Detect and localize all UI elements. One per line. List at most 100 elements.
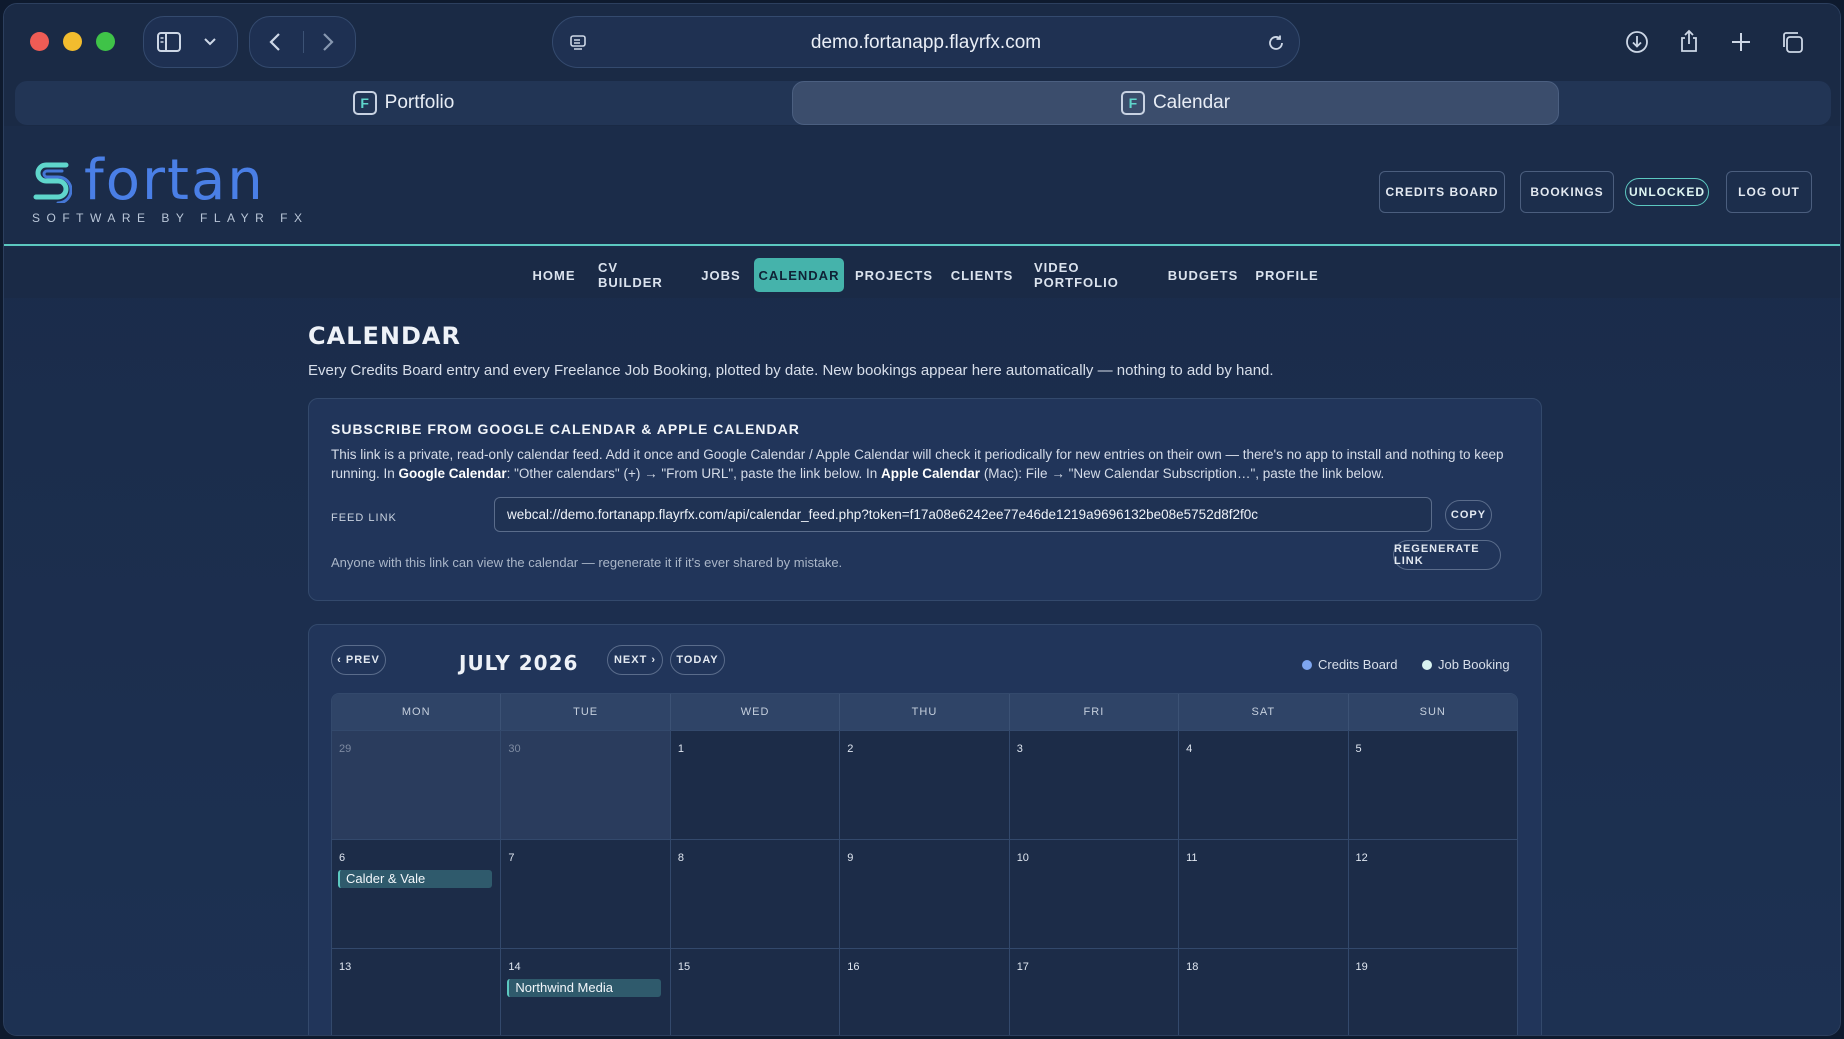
day-number: 19	[1355, 961, 1368, 973]
main-nav: HOME CV BUILDER JOBS CALENDAR PROJECTS C…	[4, 248, 1840, 298]
legend-label: Job Booking	[1438, 657, 1510, 672]
desc-text: (Mac): File → "New Calendar Subscription…	[980, 466, 1385, 481]
calendar-event[interactable]: Northwind Media	[507, 979, 662, 997]
calendar-day[interactable]: 19	[1348, 948, 1517, 1035]
back-arrow-icon[interactable]	[262, 30, 288, 54]
calendar-event[interactable]: Calder & Vale	[338, 870, 492, 888]
calendar-day[interactable]: 5	[1348, 730, 1517, 839]
main-content: CALENDAR Every Credits Board entry and e…	[308, 322, 1544, 1035]
day-number: 30	[508, 743, 521, 755]
calendar-day[interactable]: 16	[840, 948, 1010, 1035]
calendar-day[interactable]: 1	[670, 730, 841, 839]
divider	[303, 31, 304, 53]
calendar-day[interactable]: 3	[1009, 730, 1180, 839]
nav-calendar[interactable]: CALENDAR	[754, 258, 844, 292]
calendar-day[interactable]: 10	[1009, 839, 1180, 948]
desc-apple: Apple Calendar	[881, 466, 981, 481]
tab-label: Calendar	[1152, 92, 1231, 113]
nav-home[interactable]: HOME	[529, 258, 579, 292]
download-icon[interactable]	[1624, 29, 1650, 55]
day-number: 14	[508, 961, 521, 973]
calendar-week: 6 Calder & Vale 7 8 9 10 11 12	[332, 839, 1517, 948]
weekday-wed: WED	[671, 694, 841, 730]
tab-label: Portfolio	[384, 92, 455, 113]
calendar-week: 13 14 Northwind Media 15 16 17 18 19	[332, 948, 1517, 1035]
fortan-favicon-icon: F	[1120, 91, 1145, 115]
nav-cv-builder[interactable]: CV BUILDER	[598, 258, 680, 292]
subscribe-card: SUBSCRIBE FROM GOOGLE CALENDAR & APPLE C…	[308, 398, 1542, 601]
calendar-day[interactable]: 8	[670, 839, 841, 948]
tab-overview-icon[interactable]	[1779, 29, 1805, 55]
calendar-day[interactable]: 18	[1179, 948, 1349, 1035]
address-bar[interactable]: demo.fortanapp.flayrfx.com	[552, 16, 1300, 68]
day-number: 3	[1016, 743, 1023, 755]
site-header: fortan SOFTWARE BY FLAYR FX CREDITS BOAR…	[4, 126, 1840, 246]
calendar-day[interactable]: 2	[840, 730, 1010, 839]
calendar-day[interactable]: 14 Northwind Media	[501, 948, 671, 1035]
logo-tagline: SOFTWARE BY FLAYR FX	[32, 211, 309, 225]
day-number: 15	[677, 961, 691, 973]
day-number: 8	[677, 852, 684, 864]
next-month-button[interactable]: NEXT ›	[607, 645, 663, 675]
chevron-down-icon[interactable]	[198, 31, 222, 53]
logout-button[interactable]: LOG OUT	[1726, 171, 1812, 213]
day-number: 9	[847, 852, 854, 864]
nav-projects[interactable]: PROJECTS	[855, 258, 932, 292]
feed-warning: Anyone with this link can view the calen…	[331, 555, 843, 570]
bookings-button[interactable]: BOOKINGS	[1520, 171, 1614, 213]
day-number: 10	[1016, 852, 1029, 864]
nav-budgets[interactable]: BUDGETS	[1168, 258, 1238, 292]
page-subtitle: Every Credits Board entry and every Free…	[308, 362, 1274, 379]
subscribe-description: This link is a private, read-only calend…	[331, 445, 1526, 483]
nav-profile[interactable]: PROFILE	[1255, 258, 1318, 292]
share-icon[interactable]	[1676, 28, 1702, 54]
legend-label: Credits Board	[1318, 657, 1398, 672]
reload-icon[interactable]	[1265, 32, 1287, 54]
day-number: 2	[847, 743, 854, 755]
browser-titlebar: demo.fortanapp.flayrfx.com F Portfolio F…	[4, 4, 1840, 126]
day-number: 4	[1186, 743, 1193, 755]
new-tab-icon[interactable]	[1728, 29, 1754, 55]
calendar-day[interactable]: 15	[670, 948, 841, 1035]
weekday-tue: TUE	[501, 694, 671, 730]
nav-video-portfolio[interactable]: VIDEO PORTFOLIO	[1034, 258, 1152, 292]
calendar-grid: MON TUE WED THU FRI SAT SUN 29 30 1 2 3	[331, 693, 1518, 1035]
sidebar-icon[interactable]	[156, 30, 182, 54]
forward-arrow-icon[interactable]	[315, 30, 341, 54]
calendar-day[interactable]: 29	[332, 730, 502, 839]
browser-window: demo.fortanapp.flayrfx.com F Portfolio F…	[3, 3, 1841, 1036]
regenerate-link-button[interactable]: REGENERATE LINK	[1393, 540, 1501, 570]
legend-dot	[1422, 659, 1432, 670]
day-number: 1	[677, 743, 684, 755]
tab-portfolio[interactable]: F Portfolio	[15, 81, 792, 125]
feed-link-input[interactable]: webcal://demo.fortanapp.flayrfx.com/api/…	[494, 497, 1432, 532]
calendar-day[interactable]: 6 Calder & Vale	[332, 839, 502, 948]
calendar-day[interactable]: 17	[1009, 948, 1180, 1035]
today-button[interactable]: TODAY	[670, 645, 725, 675]
minimize-window-button[interactable]	[63, 32, 82, 51]
day-number: 7	[508, 852, 515, 864]
calendar-day[interactable]: 12	[1348, 839, 1517, 948]
fortan-logo[interactable]: fortan SOFTWARE BY FLAYR FX	[32, 153, 309, 226]
credits-board-button[interactable]: CREDITS BOARD	[1379, 171, 1505, 213]
close-window-button[interactable]	[30, 32, 49, 51]
fortan-favicon-icon: F	[352, 91, 377, 115]
weekday-thu: THU	[840, 694, 1010, 730]
copy-button[interactable]: COPY	[1445, 500, 1492, 530]
weekday-sat: SAT	[1179, 694, 1349, 730]
nav-clients[interactable]: CLIENTS	[949, 258, 1015, 292]
unlocked-badge[interactable]: UNLOCKED	[1625, 178, 1709, 206]
weekday-sun: SUN	[1419, 706, 1446, 718]
history-nav-group	[249, 16, 356, 68]
calendar-day[interactable]: 13	[332, 948, 502, 1035]
calendar-day[interactable]: 7	[501, 839, 671, 948]
weekday-header: MON TUE WED THU FRI SAT SUN	[332, 694, 1517, 730]
prev-month-button[interactable]: ‹ PREV	[331, 645, 386, 675]
calendar-day[interactable]: 11	[1179, 839, 1349, 948]
calendar-day[interactable]: 30	[501, 730, 671, 839]
nav-jobs[interactable]: JOBS	[699, 258, 743, 292]
tab-calendar[interactable]: F Calendar	[792, 81, 1559, 125]
calendar-day[interactable]: 4	[1179, 730, 1349, 839]
zoom-window-button[interactable]	[96, 32, 115, 51]
calendar-day[interactable]: 9	[840, 839, 1010, 948]
